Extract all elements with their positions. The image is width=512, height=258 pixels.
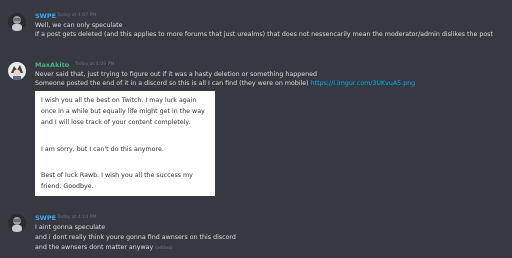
avatar-swpe-icon [8,214,26,232]
message-text: If a post gets deleted (and this applies… [35,31,493,38]
embedded-image[interactable]: I wish you all the best on Twitch. I may… [35,91,215,196]
user-avatar[interactable] [8,214,26,232]
avatar-maxakito-icon [8,62,26,80]
image-text-line: and I will lose track of your content co… [41,119,191,126]
timestamp: Today at 4:14 PM [57,215,97,220]
username[interactable]: MaxAkito [35,61,69,69]
message-text: Never said that, just trying to figure o… [35,71,317,78]
timestamp: Today at 4:09 PM [75,62,115,67]
message-text-part: and the awnsers dont matter anyway [35,244,156,251]
image-text-line: Best of luck Rawb. I wish you all the su… [41,172,193,179]
image-text-line: once in a while but equally life might g… [41,108,205,115]
image-text-line: I wish you all the best on Twitch. I may… [41,97,197,104]
message-text: and the awnsers dont matter anyway (edit… [35,243,173,253]
message-text-part: Someone posted the end of it in a discor… [35,80,311,87]
image-text-line: I am sorry, but I can't do this anymore. [41,146,164,153]
message-text: Well, we can only speculate [35,22,123,29]
user-avatar[interactable] [8,62,26,80]
message-text: I aint gonna speculate [35,224,106,231]
username[interactable]: SWPE [35,12,56,20]
image-text-line: friend. Goodbye. [41,183,94,190]
message-text: and i dont really think youre gonna find… [35,234,236,241]
username[interactable]: SWPE [35,214,56,222]
user-avatar[interactable] [8,13,26,31]
message-text: Someone posted the end of it in a discor… [35,79,415,88]
timestamp: Today at 4:07 PM [57,13,97,18]
message: SWPE Today at 4:07 PM Well, we can only … [0,0,512,50]
avatar-swpe-icon [8,13,26,31]
image-link[interactable]: https://i.imgur.com/3UKvuA5.png [311,80,416,87]
edited-label: (edited) [155,246,173,251]
